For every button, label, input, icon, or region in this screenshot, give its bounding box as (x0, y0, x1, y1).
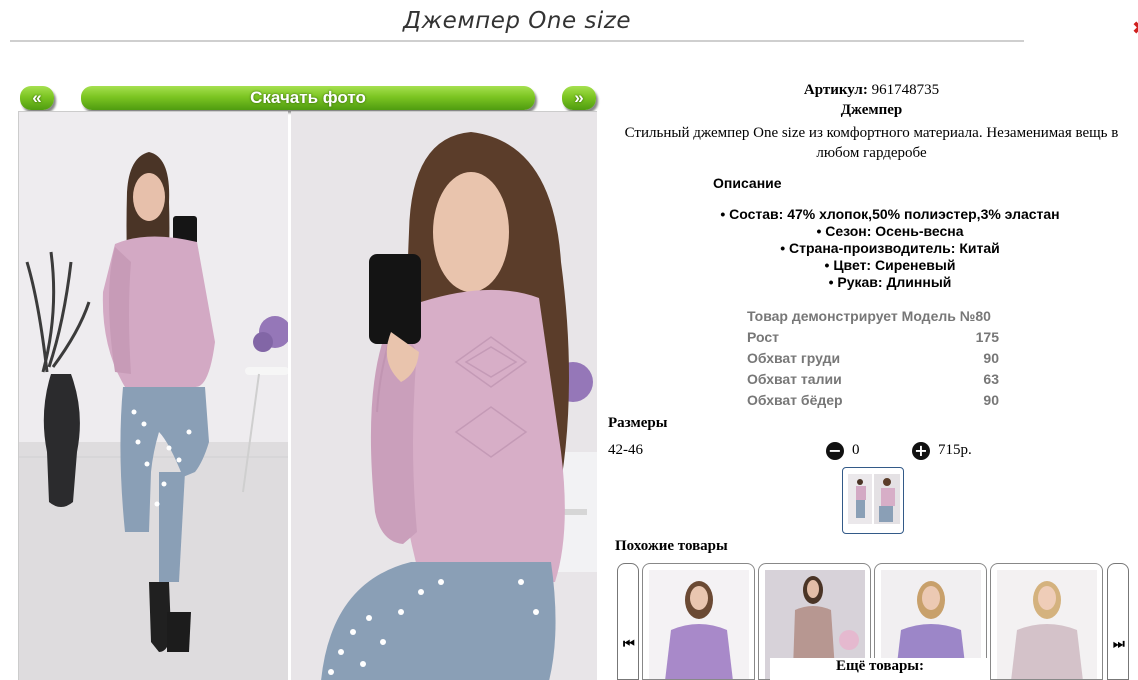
similar-product-card[interactable] (990, 563, 1103, 680)
product-photo-closeup[interactable] (291, 111, 597, 680)
model-photo-full-image (19, 112, 288, 680)
similar-products-heading: Похожие товары (615, 538, 728, 554)
next-photo-button[interactable]: » (562, 86, 596, 110)
minus-circle-icon[interactable]: − (826, 442, 844, 460)
table-row: Товар демонстрирует Модель №80 (747, 306, 999, 327)
table-row: Рост 175 (747, 327, 999, 348)
size-value: 42-46 (608, 442, 643, 458)
row-label: Обхват бёдер (747, 392, 843, 408)
row-label: Обхват груди (747, 350, 841, 366)
article-value: 961748735 (871, 82, 940, 98)
product-photo-full[interactable] (18, 111, 288, 680)
feature-list: • Состав: 47% хлопок,50% полиэстер,3% эл… (680, 206, 1100, 291)
sizes-heading: Размеры (608, 415, 668, 431)
model-photo-closeup-image (291, 112, 597, 680)
table-row: Обхват талии 63 (747, 369, 999, 390)
carousel-prev-button[interactable]: ⏮ (617, 563, 639, 680)
row-label: Обхват талии (747, 371, 842, 387)
similar-product-card[interactable] (642, 563, 755, 680)
carousel-next-button[interactable]: ⏭ (1107, 563, 1129, 680)
table-row: Обхват груди 90 (747, 348, 999, 369)
feature-season: • Сезон: Осень-весна (816, 223, 964, 239)
similar-product-image (649, 570, 749, 679)
product-description: Стильный джемпер One size из комфортного… (624, 125, 1119, 161)
row-value: 63 (983, 371, 999, 387)
row-value: 90 (983, 350, 999, 366)
page-title: Джемпер One size (10, 8, 1024, 42)
skip-back-icon: ⏮ (623, 637, 635, 652)
quantity-value: 0 (852, 442, 860, 458)
close-icon[interactable]: ✖ (1132, 18, 1138, 36)
row-value: 175 (975, 329, 999, 345)
row-label: Товар демонстрирует Модель №80 (747, 308, 991, 324)
plus-circle-icon[interactable]: + (912, 442, 930, 460)
feature-composition: • Состав: 47% хлопок,50% полиэстер,3% эл… (720, 206, 1060, 222)
feature-color: • Цвет: Сиреневый (824, 257, 956, 273)
row-label: Рост (747, 329, 779, 345)
photo-thumbnail[interactable] (842, 467, 904, 534)
more-products-label: Ещё товары: (770, 658, 990, 680)
price-value: 715р. (938, 442, 972, 458)
feature-country: • Страна-производитель: Китай (780, 240, 1000, 256)
similar-product-image (997, 570, 1097, 679)
description-heading: Описание (713, 175, 782, 191)
row-value: 90 (983, 392, 999, 408)
download-photo-button[interactable]: Скачать фото (81, 86, 535, 110)
article-line: Артикул: 961748735 (605, 82, 1138, 99)
skip-forward-icon: ⏭ (1113, 637, 1125, 652)
article-label: Артикул: (803, 82, 868, 98)
model-measurements-table: Товар демонстрирует Модель №80 Рост 175 О… (747, 306, 999, 411)
product-name: Джемпер (840, 102, 903, 118)
table-row: Обхват бёдер 90 (747, 390, 999, 411)
thumbnail-image (848, 474, 900, 524)
feature-sleeve: • Рукав: Длинный (828, 274, 952, 290)
prev-photo-button[interactable]: « (20, 86, 54, 110)
